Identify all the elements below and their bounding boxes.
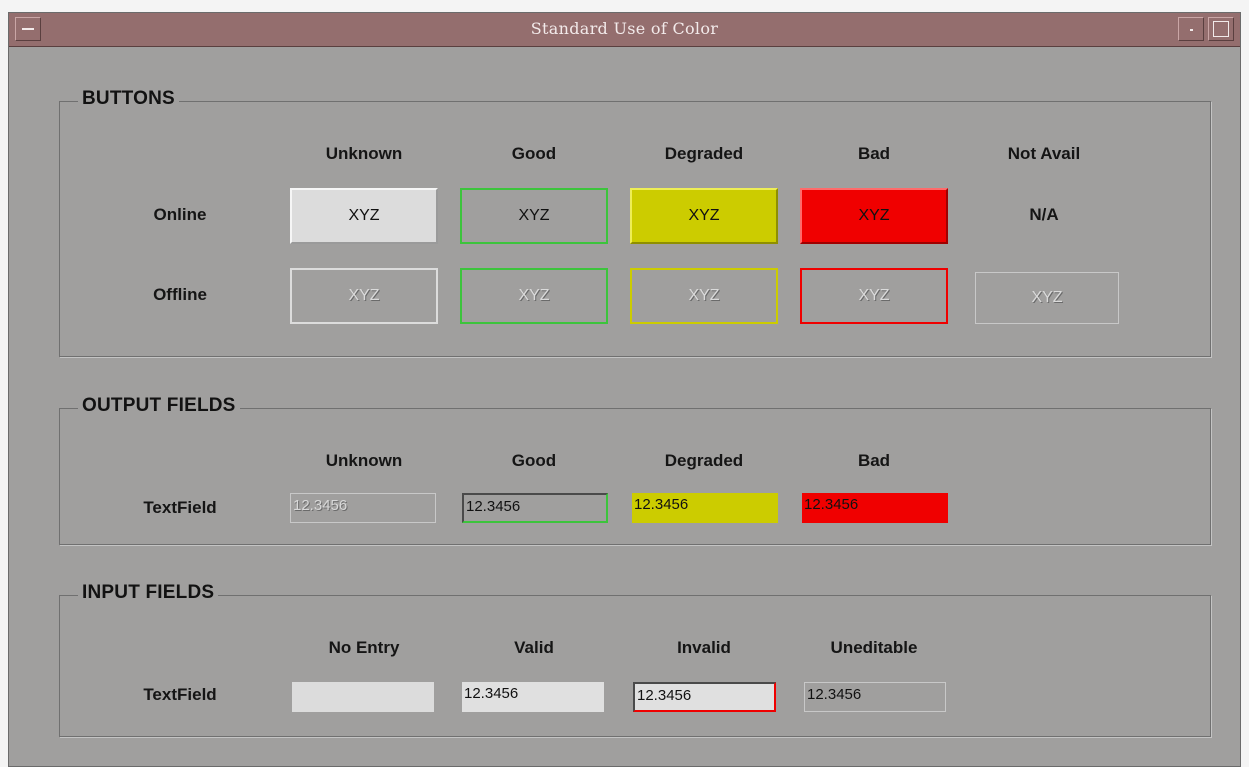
offline-unknown-button[interactable]: XYZ	[290, 268, 438, 324]
buttons-group-title: BUTTONS	[78, 88, 179, 110]
output-column-degraded: Degraded	[664, 451, 744, 470]
column-header-good: Good	[511, 144, 557, 163]
offline-bad-button[interactable]: XYZ	[800, 268, 948, 324]
offline-degraded-button[interactable]: XYZ	[630, 268, 778, 324]
online-bad-button[interactable]: XYZ	[800, 188, 948, 244]
online-bad-button-label: XYZ	[858, 207, 890, 224]
input-column-valid: Valid	[514, 638, 554, 657]
output-good-field: 12.3456	[462, 493, 608, 523]
window-title: Standard Use of Color	[530, 19, 719, 38]
offline-bad-button-label: XYZ	[858, 287, 890, 304]
column-header-not-avail: Not Avail	[1007, 144, 1081, 163]
online-unknown-button-label: XYZ	[348, 207, 380, 224]
offline-not-avail-button[interactable]: XYZ	[975, 272, 1119, 324]
output-bad-field: 12.3456	[802, 493, 948, 523]
input-invalid-field[interactable]: 12.3456	[633, 682, 776, 712]
minimize-icon	[1190, 29, 1193, 31]
offline-degraded-button-label: XYZ	[688, 287, 720, 304]
buttons-group: BUTTONS Unknown Good Degraded Bad Not Av…	[59, 88, 1211, 357]
input-row-label: TextField	[143, 685, 217, 704]
online-not-avail-label: N/A	[1029, 205, 1059, 224]
row-label-offline: Offline	[153, 285, 207, 304]
column-header-unknown: Unknown	[325, 144, 403, 163]
online-unknown-button[interactable]: XYZ	[290, 188, 438, 244]
input-uneditable-field: 12.3456	[804, 682, 946, 712]
title-bar[interactable]: Standard Use of Color	[9, 13, 1240, 47]
input-column-no-entry: No Entry	[328, 638, 400, 657]
input-fields-group: INPUT FIELDS No Entry Valid Invalid Uned…	[59, 582, 1211, 737]
maximize-button[interactable]	[1208, 17, 1234, 41]
input-no-entry-field[interactable]	[292, 682, 434, 712]
input-valid-field[interactable]: 12.3456	[462, 682, 604, 712]
output-row-label: TextField	[143, 498, 217, 517]
row-label-online: Online	[153, 205, 207, 224]
offline-good-button-label: XYZ	[518, 287, 550, 304]
output-column-bad: Bad	[857, 451, 891, 470]
output-fields-group-title: OUTPUT FIELDS	[78, 395, 240, 417]
input-column-uneditable: Uneditable	[830, 638, 918, 657]
output-fields-group: OUTPUT FIELDS Unknown Good Degraded Bad …	[59, 395, 1211, 545]
column-header-bad: Bad	[857, 144, 891, 163]
offline-good-button[interactable]: XYZ	[460, 268, 608, 324]
offline-unknown-button-label: XYZ	[348, 287, 380, 304]
input-fields-group-title: INPUT FIELDS	[78, 582, 219, 604]
maximize-icon	[1213, 21, 1229, 37]
offline-not-avail-button-label: XYZ	[1031, 289, 1063, 306]
output-column-unknown: Unknown	[325, 451, 403, 470]
online-degraded-button-label: XYZ	[688, 207, 720, 224]
input-column-invalid: Invalid	[677, 638, 731, 657]
output-degraded-field: 12.3456	[632, 493, 778, 523]
online-good-button-label: XYZ	[518, 207, 550, 224]
output-unknown-field: 12.3456	[290, 493, 436, 523]
main-window: Standard Use of Color BUTTONS Unknown Go…	[8, 12, 1241, 767]
column-header-degraded: Degraded	[664, 144, 744, 163]
online-degraded-button[interactable]: XYZ	[630, 188, 778, 244]
output-column-good: Good	[511, 451, 557, 470]
minimize-button[interactable]	[1178, 17, 1204, 41]
online-good-button[interactable]: XYZ	[460, 188, 608, 244]
